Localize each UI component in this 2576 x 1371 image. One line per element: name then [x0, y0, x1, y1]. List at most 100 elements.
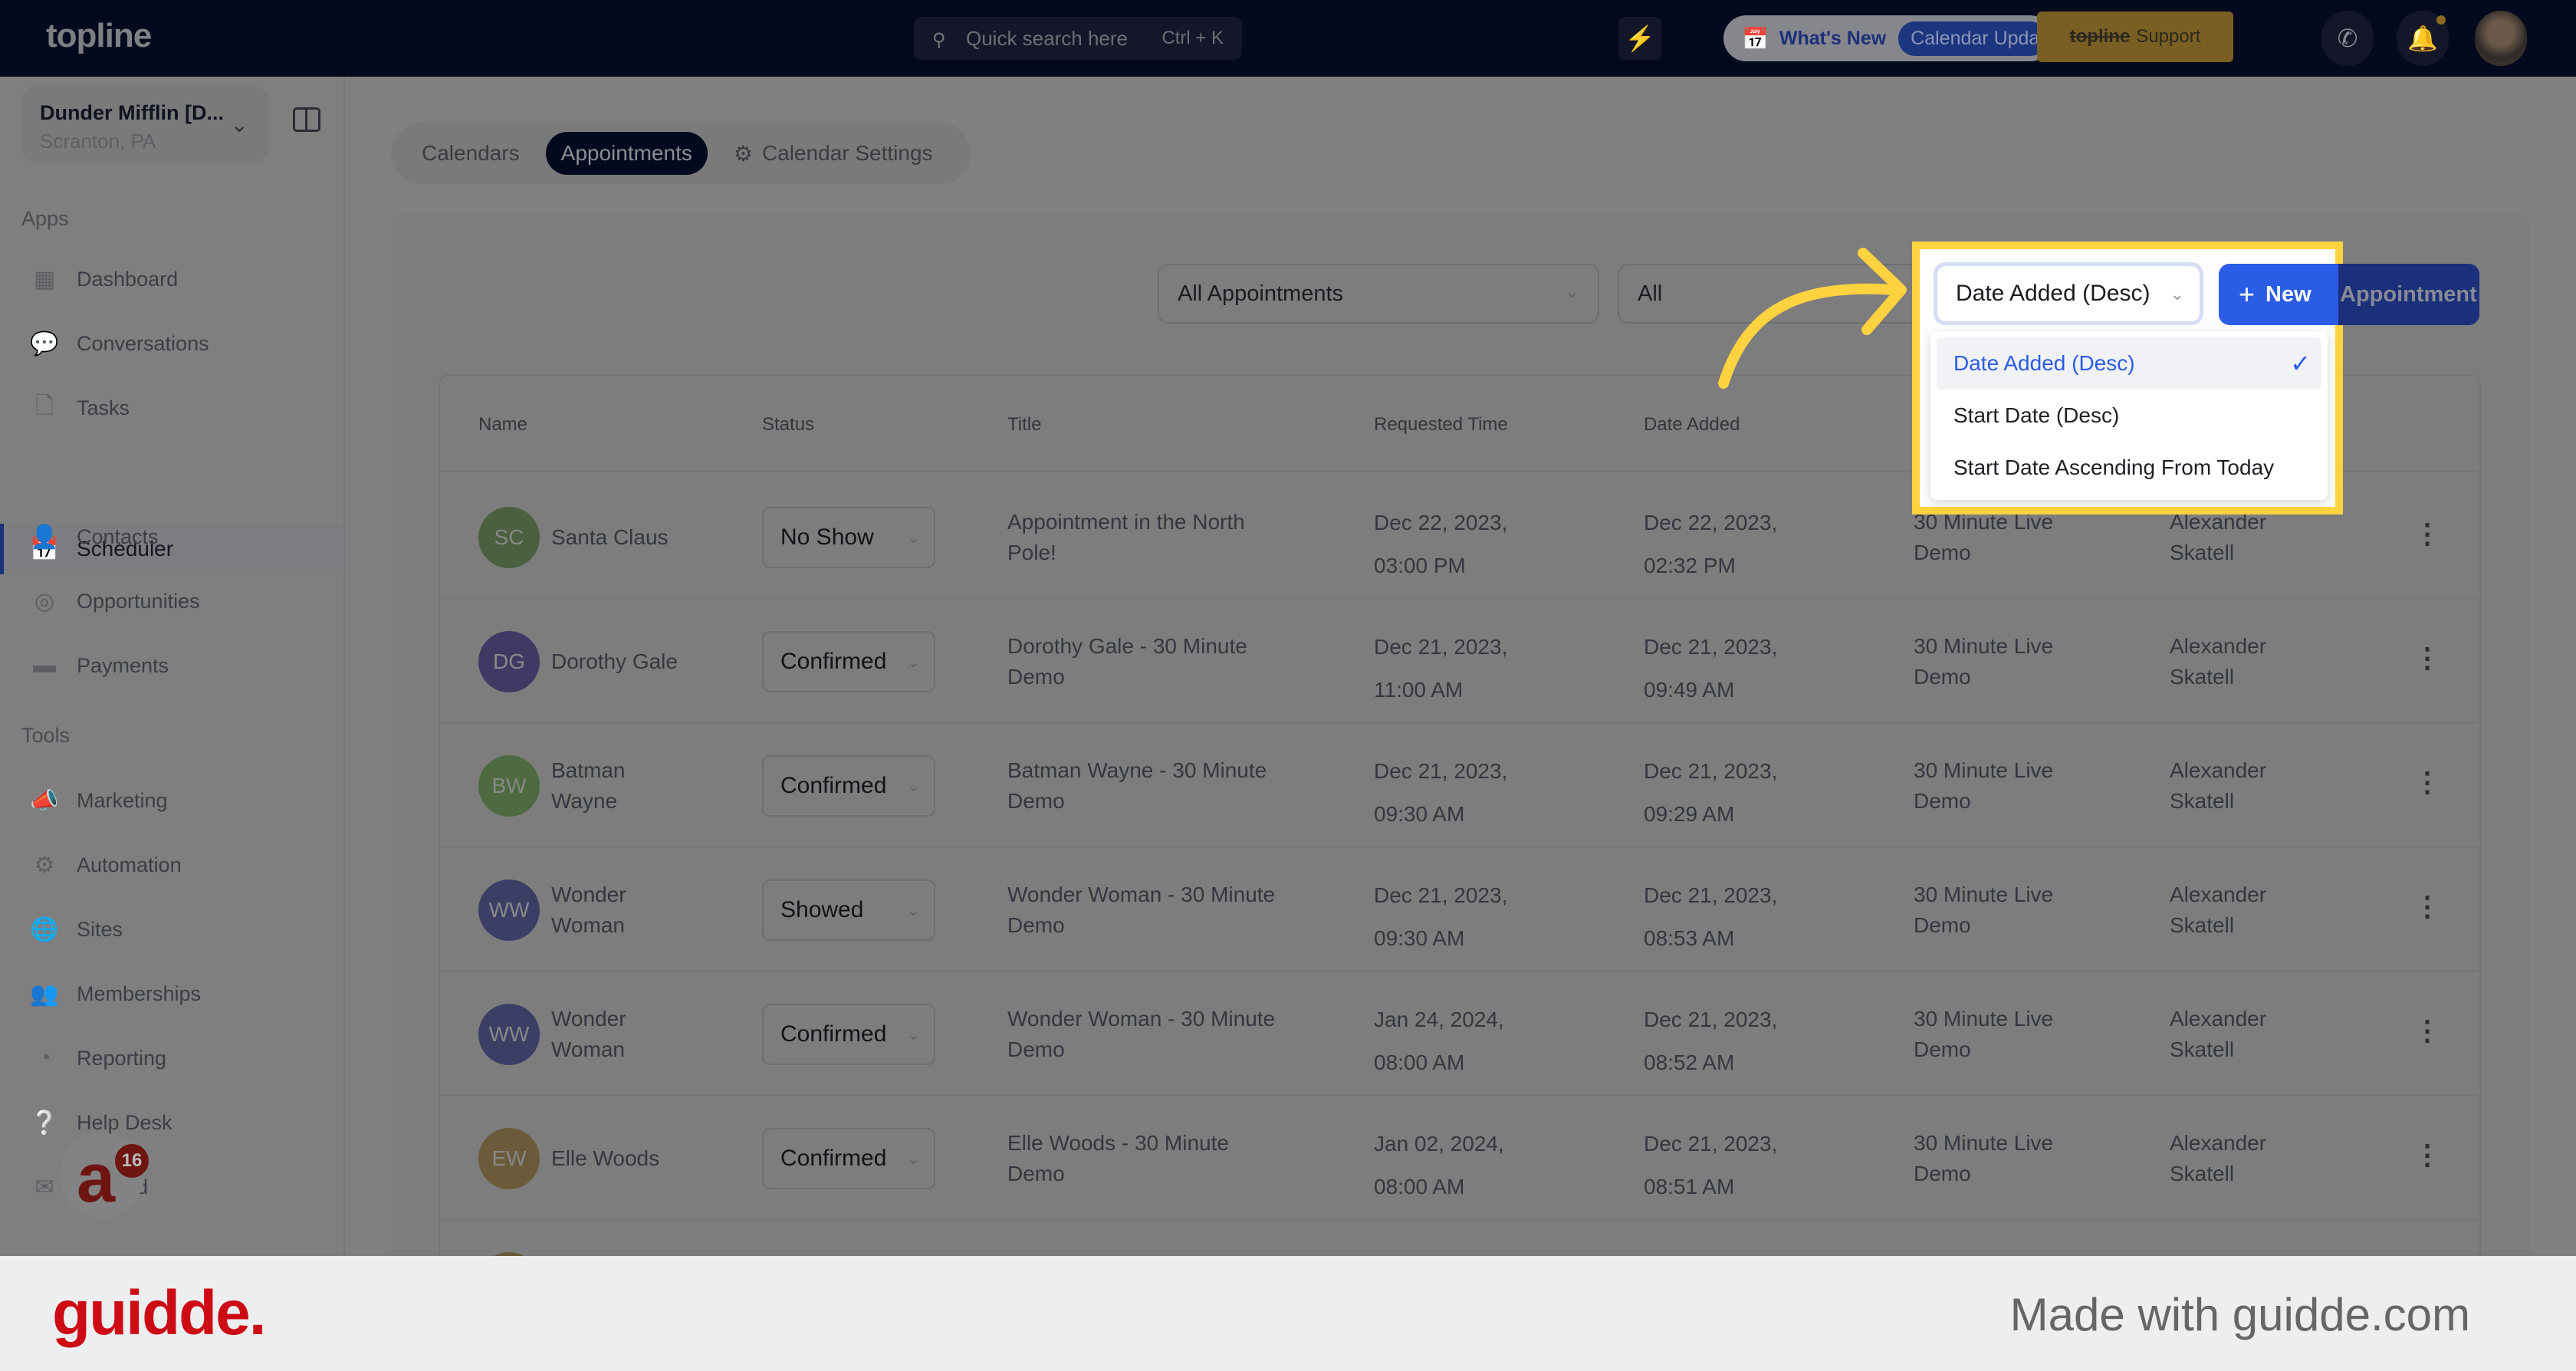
opportunities-icon: ◎ [34, 588, 55, 614]
status-select[interactable]: Showed ⌄ [762, 879, 935, 941]
contacts-icon: 👤 [30, 524, 59, 550]
sidebar-item-label: Reporting [77, 1046, 167, 1070]
contact-name[interactable]: Santa Claus [551, 522, 669, 553]
title-line-2: Demo [1007, 913, 1065, 937]
row-actions-menu-icon[interactable]: ⋮ [2413, 1141, 2441, 1169]
avatar-initials: WW [488, 898, 530, 922]
requested-date: Dec 21, 2023, [1374, 635, 1508, 659]
appointment-title[interactable]: Wonder Woman - 30 Minute Demo [1007, 879, 1275, 941]
menu-item-label: Start Date (Desc) [1953, 403, 2120, 427]
row-actions-menu-icon[interactable]: ⋮ [2413, 893, 2441, 920]
calendar-name: 30 Minute Live Demo [1914, 879, 2053, 941]
new-button-label-overflow: Appointment [2338, 264, 2479, 325]
dashboard-icon: ▦ [33, 266, 56, 292]
tab-appointments[interactable]: Appointments [545, 132, 708, 175]
row-actions-menu-icon[interactable]: ⋮ [2413, 1017, 2441, 1044]
sidebar-item-conversations[interactable]: 💬 Conversations [0, 318, 343, 369]
chat-widget-icon: a [77, 1140, 116, 1217]
support-button[interactable]: topline Support [2037, 12, 2233, 62]
sidebar-item-contacts[interactable]: 👤 Contacts [0, 511, 343, 562]
sort-option-start-date-asc-today[interactable]: Start Date Ascending From Today [1937, 442, 2321, 494]
contact-name[interactable]: Batman Wayne [551, 755, 626, 817]
sidebar-item-label: Dashboard [77, 267, 179, 291]
tasks-icon: 🗋 [34, 393, 54, 419]
quick-search-input[interactable]: ⚲ Quick search here Ctrl + K [914, 17, 1242, 60]
name-line-2: Woman [551, 913, 625, 937]
sidebar-item-memberships[interactable]: 👥 Memberships [0, 968, 343, 1019]
sidebar-item-mailfold[interactable]: ✉ Mailfold [0, 1162, 343, 1212]
requested-time: Dec 22, 2023, 03:00 PM [1374, 501, 1507, 587]
assigned-user: Alexander Skatell [2170, 631, 2266, 692]
appointments-filter-select[interactable]: All Appointments ⌄ [1158, 264, 1599, 324]
chevron-down-icon: ⌄ [230, 113, 248, 136]
appointment-title[interactable]: Batman Wayne - 30 Minute Demo [1007, 755, 1267, 817]
sidebar-item-reporting[interactable]: ◔ Reporting [0, 1033, 343, 1083]
new-appointment-button[interactable]: + New Appointment [2219, 264, 2479, 325]
sidebar-item-tasks[interactable]: 🗋 Tasks [0, 383, 343, 433]
row-actions-menu-icon[interactable]: ⋮ [2413, 520, 2441, 547]
added-date: Dec 21, 2023, [1644, 1132, 1778, 1156]
appointment-title[interactable]: Wonder Woman - 30 Minute Demo [1007, 1004, 1275, 1065]
status-select[interactable]: Confirmed ⌄ [762, 755, 935, 817]
sort-select[interactable]: Date Added (Desc) ⌄ [1934, 262, 2203, 325]
header-name[interactable]: Name [478, 414, 527, 436]
chevron-down-icon: ⌄ [907, 902, 920, 919]
quick-action-button[interactable]: ⚡ [1618, 17, 1661, 60]
row-actions-menu-icon[interactable]: ⋮ [2413, 644, 2441, 672]
assigned-line-1: Alexander [2170, 1007, 2267, 1031]
sidebar-item-label: Conversations [77, 331, 209, 355]
header-requested-time[interactable]: Requested Time [1374, 414, 1508, 436]
table-row[interactable]: WW Wonder Woman Showed ⌄ Wonder Woman - … [440, 848, 2479, 972]
title-line-2: Demo [1007, 665, 1065, 689]
table-row[interactable]: DG Dorothy Gale Confirmed ⌄ Dorothy Gale… [440, 600, 2479, 724]
app-logo[interactable]: topline [46, 17, 152, 55]
row-actions-menu-icon[interactable]: ⋮ [2413, 768, 2441, 796]
whats-new-button[interactable]: 📅 What's New Calendar Upda [1723, 15, 2053, 61]
avatar: EW [478, 1128, 540, 1189]
requested-date: Dec 22, 2023, [1374, 511, 1508, 534]
table-row[interactable]: EW Elle Woods Confirmed ⌄ Elle Woods - 3… [440, 1096, 2479, 1221]
table-row[interactable]: BW Batman Wayne Confirmed ⌄ Batman Wayne… [440, 724, 2479, 848]
sidebar-item-sites[interactable]: 🌐 Sites [0, 904, 343, 955]
status-select[interactable]: No Show ⌄ [762, 507, 935, 568]
header-date-added[interactable]: Date Added [1644, 414, 1740, 436]
account-switcher[interactable]: Dunder Mifflin [D... Scranton, PA ⌄ [21, 86, 268, 163]
status-value: Confirmed [780, 1021, 887, 1047]
sort-option-start-date-desc[interactable]: Start Date (Desc) [1937, 390, 2321, 442]
contact-name[interactable]: Elle Woods [551, 1143, 659, 1174]
contact-name[interactable]: Dorothy Gale [551, 646, 678, 677]
contact-name[interactable]: Wonder Woman [551, 879, 626, 941]
requested-hour: 03:00 PM [1374, 554, 1466, 577]
appointment-title[interactable]: Appointment in the North Pole! [1007, 507, 1245, 568]
tab-calendars[interactable]: Calendars [406, 132, 535, 175]
user-avatar[interactable] [2475, 11, 2527, 66]
table-row[interactable]: WW Wonder Woman Confirmed ⌄ Wonder Woman… [440, 972, 2479, 1096]
contact-name[interactable]: Wonder Woman [551, 1004, 626, 1065]
sort-option-date-added-desc[interactable]: Date Added (Desc) ✓ [1937, 337, 2321, 390]
phone-button[interactable]: ✆ [2321, 11, 2374, 66]
sidebar-item-dashboard[interactable]: ▦ Dashboard [0, 254, 343, 304]
sidebar-item-automation[interactable]: ⚙ Automation [0, 840, 343, 890]
status-select[interactable]: Confirmed ⌄ [762, 1128, 935, 1189]
header-title[interactable]: Title [1007, 414, 1041, 436]
header-status[interactable]: Status [762, 414, 814, 436]
sidebar-item-opportunities[interactable]: ◎ Opportunities [0, 576, 343, 626]
tab-calendar-settings[interactable]: ⚙ Calendar Settings [718, 132, 948, 176]
sidebar-item-payments[interactable]: ▬ Payments [0, 640, 343, 691]
appointment-title[interactable]: Dorothy Gale - 30 Minute Demo [1007, 631, 1247, 692]
guidde-footer: guidde. Made with guidde.com [0, 1256, 2576, 1371]
avatar-initials: WW [488, 1022, 530, 1046]
calendar-line-2: Demo [1914, 789, 1971, 813]
sidebar-item-help-desk[interactable]: ❔ Help Desk [0, 1097, 343, 1148]
calendar-line-1: 30 Minute Live [1914, 1007, 2054, 1031]
status-select[interactable]: Confirmed ⌄ [762, 1004, 935, 1065]
sidebar-item-label: Memberships [77, 981, 202, 1005]
status-select[interactable]: Confirmed ⌄ [762, 631, 935, 692]
requested-date: Dec 21, 2023, [1374, 883, 1508, 907]
appointment-title[interactable]: Elle Woods - 30 Minute Demo [1007, 1128, 1229, 1189]
sidebar-item-marketing[interactable]: 📣 Marketing [0, 775, 343, 826]
sidebar-collapse-icon[interactable] [293, 107, 320, 132]
account-name: Dunder Mifflin [D... [40, 101, 224, 124]
notifications-button[interactable]: 🔔 [2397, 11, 2449, 66]
whats-new-label: What's New [1779, 27, 1887, 49]
